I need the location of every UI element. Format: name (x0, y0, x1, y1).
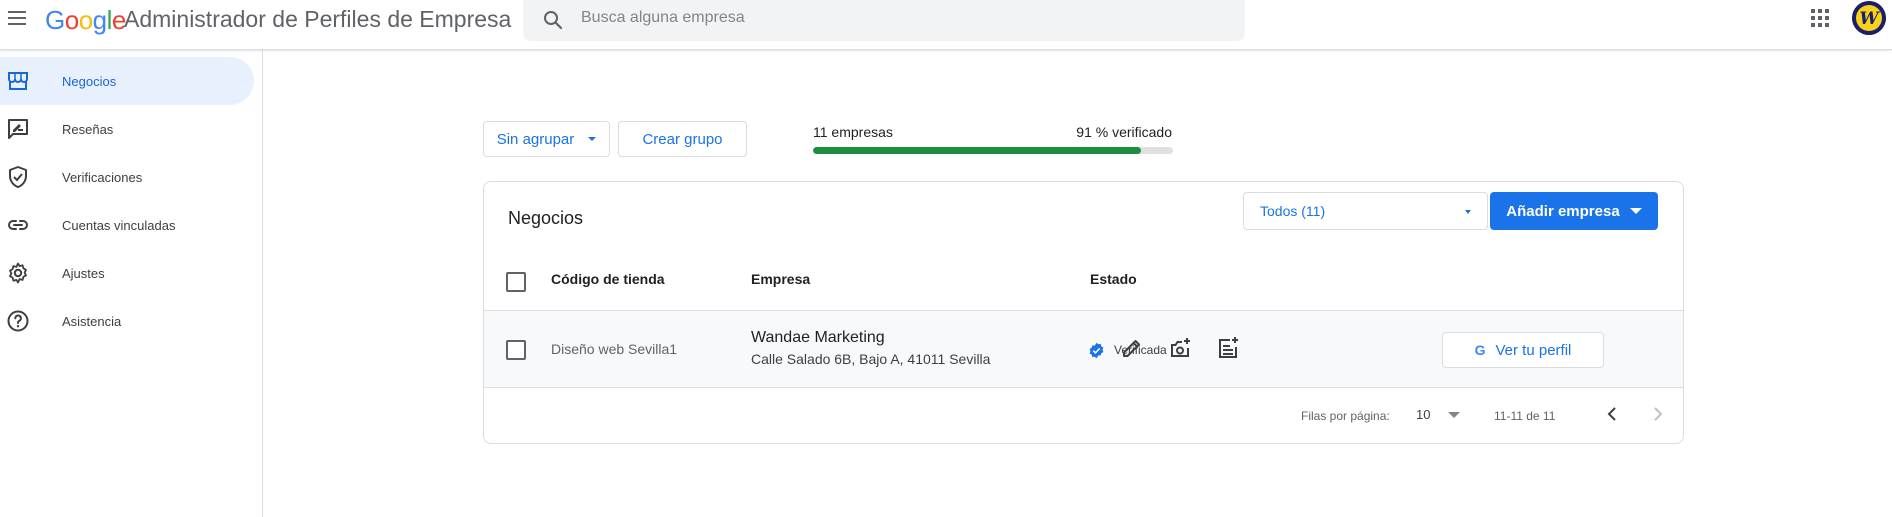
card-title: Negocios (508, 208, 584, 228)
sidebar: Negocios Reseñas Verificaciones Cuentas … (0, 50, 263, 517)
sidebar-item-label: Asistencia (62, 313, 122, 329)
sidebar-item-label: Reseñas (62, 121, 114, 137)
column-header-company[interactable]: Empresa (751, 271, 810, 287)
logo-letter: g (92, 5, 107, 35)
businesses-card: Negocios Todos (11) Añadir empresa Códig… (483, 181, 1684, 444)
sidebar-item-label: Ajustes (62, 265, 105, 281)
menu-icon[interactable] (6, 6, 30, 30)
sidebar-item-label: Cuentas vinculadas (62, 217, 176, 233)
verified-badge-icon (1089, 342, 1104, 359)
apps-grid-icon[interactable] (1808, 6, 1832, 30)
filter-select-value: Todos (11) (1260, 203, 1326, 219)
add-photo-icon[interactable] (1168, 336, 1192, 360)
sidebar-item-verificaciones[interactable]: Verificaciones (0, 153, 254, 201)
chevron-left-icon[interactable] (1600, 402, 1624, 426)
rows-per-page-select[interactable]: 10 (1416, 407, 1461, 422)
sidebar-item-label: Verificaciones (62, 169, 143, 185)
caret-down-icon (1448, 411, 1461, 418)
chevron-right-icon[interactable] (1646, 402, 1670, 426)
search-icon[interactable] (541, 8, 565, 32)
view-profile-label: Ver tu perfil (1495, 341, 1572, 359)
avatar-logo-icon: W (1852, 1, 1886, 35)
help-icon (7, 310, 29, 332)
view-profile-button[interactable]: G Ver tu perfil (1442, 332, 1604, 368)
logo-letter: o (64, 5, 79, 35)
edit-pencil-icon[interactable] (1120, 336, 1144, 360)
search-input[interactable] (581, 6, 1201, 30)
table-row[interactable]: Diseño web Sevilla1 Wandae Marketing Cal… (484, 310, 1683, 388)
verification-progress-fill (813, 147, 1141, 154)
top-app-bar: Google Administrador de Perfiles de Empr… (0, 0, 1892, 50)
row-checkbox[interactable] (506, 340, 526, 360)
pagination-range: 11-11 de 11 (1494, 409, 1556, 423)
caret-down-icon (1465, 210, 1471, 214)
sidebar-item-label: Negocios (62, 73, 117, 89)
rate-review-icon (8, 119, 28, 139)
avatar[interactable]: W (1852, 1, 1886, 35)
create-group-button[interactable]: Crear grupo (618, 121, 747, 157)
avatar-letter: W (1859, 9, 1880, 29)
google-logo: Google (45, 5, 126, 36)
app-title: Administrador de Perfiles de Empresa (124, 6, 512, 32)
business-address: Calle Salado 6B, Bajo A, 41011 Sevilla (751, 351, 991, 367)
select-all-checkbox[interactable] (506, 272, 526, 292)
filter-select[interactable]: Todos (11) (1243, 192, 1488, 230)
store-code: Diseño web Sevilla1 (551, 341, 678, 357)
sidebar-item-asistencia[interactable]: Asistencia (0, 297, 254, 345)
sidebar-item-resenas[interactable]: Reseñas (0, 105, 254, 153)
group-select-label: Sin agrupar (496, 130, 575, 148)
verification-progress-bar (813, 147, 1173, 154)
add-business-button[interactable]: Añadir empresa (1490, 192, 1658, 230)
verified-percentage: 91 % verificado (1076, 124, 1172, 140)
sidebar-item-cuentas-vinculadas[interactable]: Cuentas vinculadas (0, 201, 254, 249)
link-icon (8, 220, 28, 230)
business-name[interactable]: Wandae Marketing (751, 329, 885, 347)
rows-per-page-value: 10 (1416, 407, 1431, 422)
column-header-status[interactable]: Estado (1090, 271, 1137, 287)
verified-shield-icon (9, 166, 27, 188)
column-header-code[interactable]: Código de tienda (551, 271, 665, 287)
group-select-button[interactable]: Sin agrupar (483, 121, 610, 157)
google-g-icon: G (1475, 342, 1486, 358)
store-icon (8, 72, 28, 90)
google-g-letter: G (1474, 342, 1486, 358)
search-bar[interactable] (523, 0, 1245, 41)
logo-letter: o (78, 5, 93, 35)
caret-down-icon (588, 137, 597, 141)
add-business-label: Añadir empresa (1506, 202, 1620, 220)
logo-letter: G (45, 5, 65, 35)
sidebar-item-ajustes[interactable]: Ajustes (0, 249, 254, 297)
business-count: 11 empresas (813, 124, 893, 140)
gear-icon (9, 262, 27, 284)
add-post-icon[interactable] (1216, 336, 1240, 360)
sidebar-item-negocios[interactable]: Negocios (0, 57, 254, 105)
rows-per-page-label: Filas por página: (1301, 409, 1390, 423)
caret-down-icon (1629, 208, 1642, 214)
